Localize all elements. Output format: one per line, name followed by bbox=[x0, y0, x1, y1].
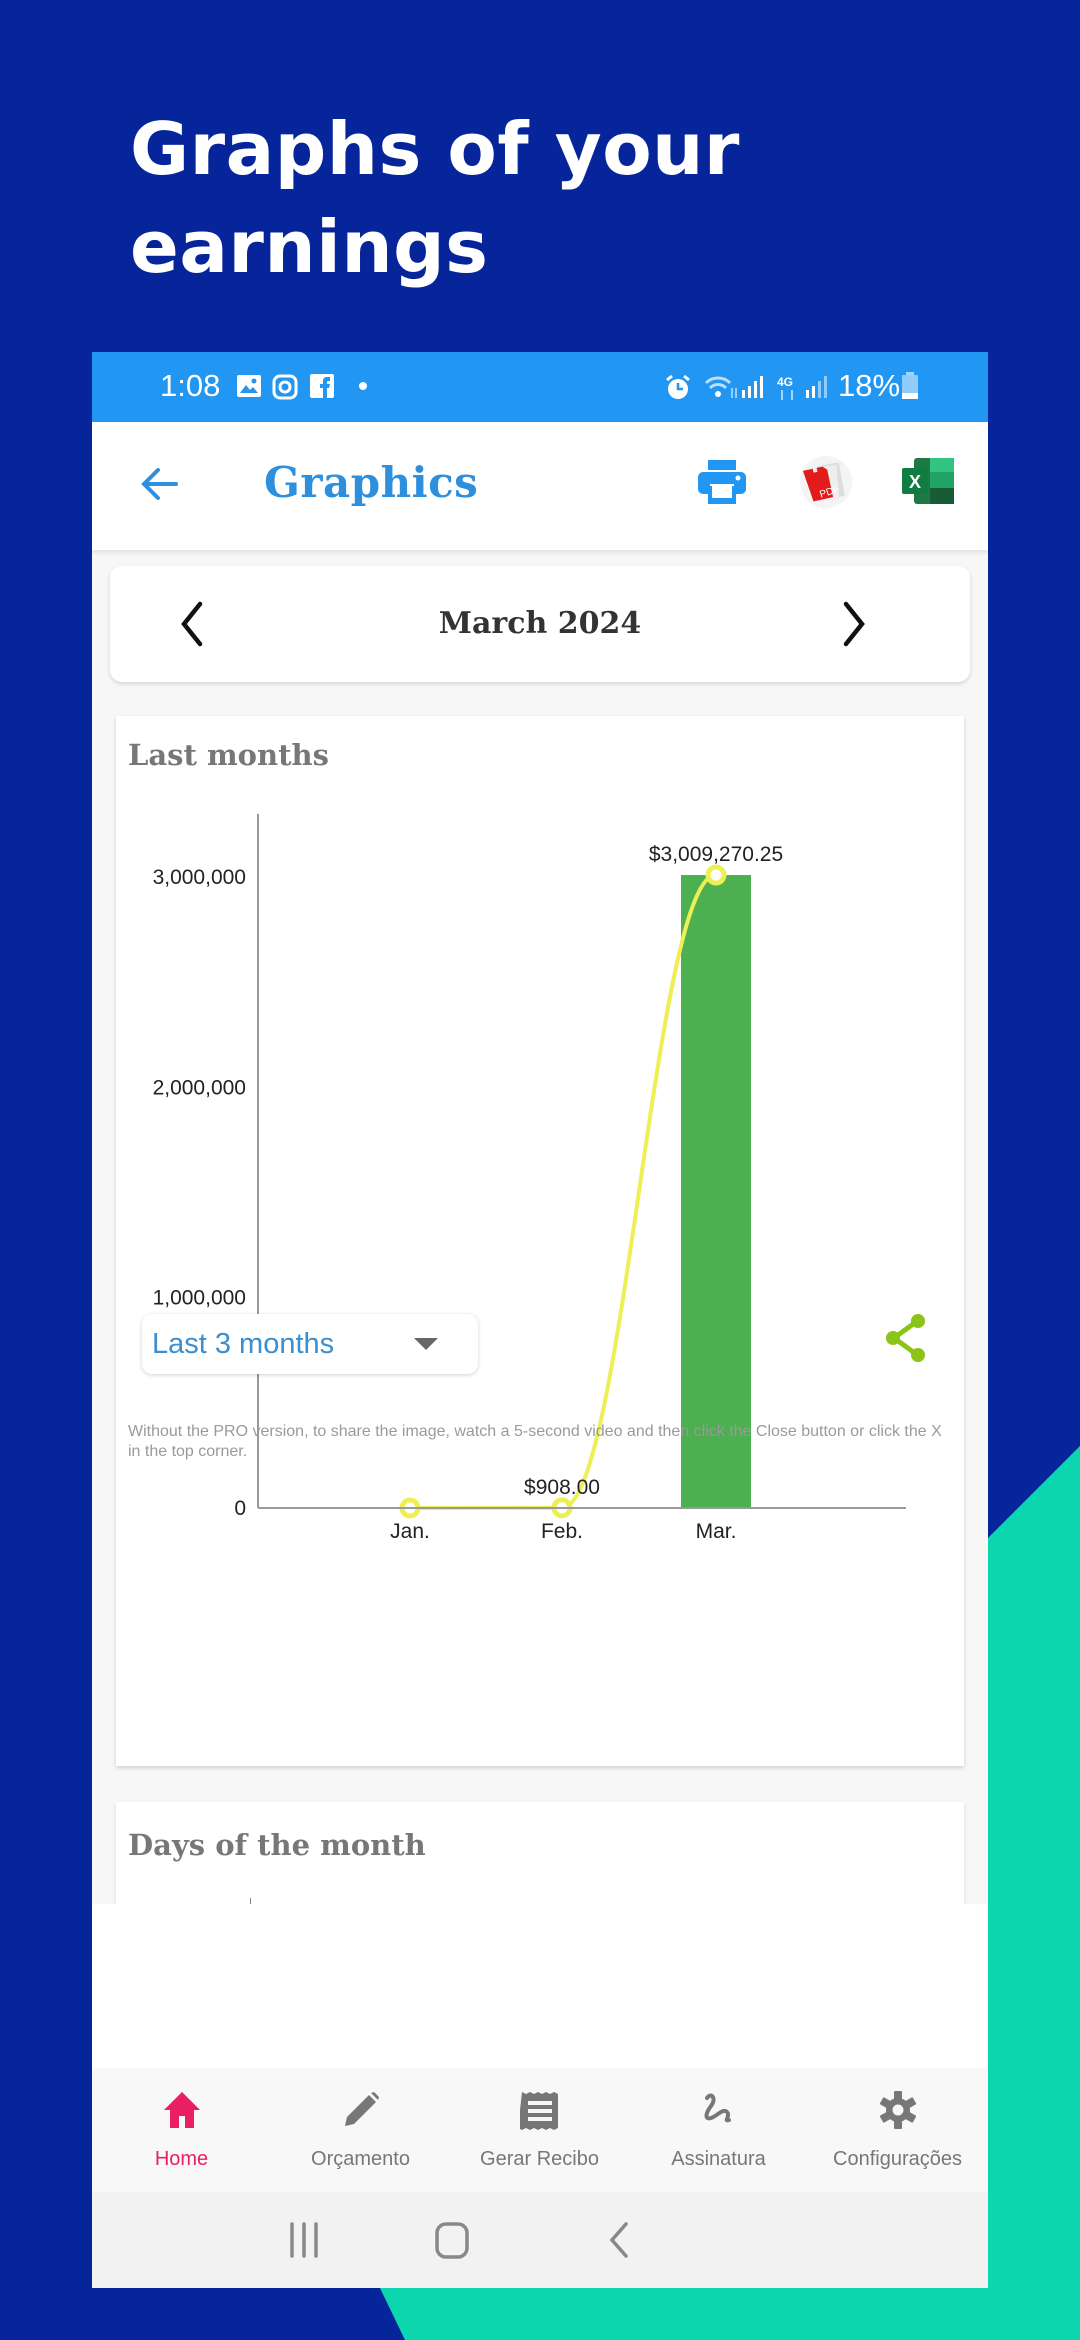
wifi-icon bbox=[704, 376, 737, 398]
signature-icon bbox=[704, 2093, 731, 2123]
y-tick-label: 0 bbox=[234, 1497, 246, 1520]
instagram-icon bbox=[272, 374, 298, 400]
period-dropdown[interactable]: Last 3 months bbox=[142, 1314, 478, 1374]
share-icon[interactable] bbox=[882, 1312, 930, 1364]
nav-label-home: Home bbox=[154, 2148, 209, 2170]
page-title: Graphics bbox=[264, 458, 479, 507]
alarm-icon bbox=[666, 374, 690, 399]
y-tick-label: 3,000,000 bbox=[153, 866, 246, 889]
phone-screen: 1:08 4G 18% Graphics PDF X March 2024 La… bbox=[92, 352, 988, 2288]
nav-label-orcamento: Orçamento bbox=[311, 2148, 410, 2170]
days-of-month-title: Days of the month bbox=[128, 1828, 426, 1862]
app-bar: Graphics PDF X bbox=[92, 422, 988, 550]
promo-heading-line1: Graphs of your bbox=[130, 107, 740, 191]
trend-line-path bbox=[409, 873, 717, 1510]
nav-item-gerar-recibo[interactable]: Gerar Recibo bbox=[450, 2068, 629, 2192]
print-icon[interactable] bbox=[696, 458, 748, 506]
back-icon[interactable] bbox=[598, 2212, 638, 2268]
nav-label-configuracoes: Configurações bbox=[833, 2148, 962, 2170]
system-navigation-bar bbox=[92, 2192, 988, 2288]
pdf-icon[interactable]: PDF bbox=[798, 454, 854, 510]
teal-shape-right bbox=[988, 1446, 1080, 2340]
nav-label-gerar-recibo: Gerar Recibo bbox=[480, 2148, 599, 2170]
gear-icon bbox=[879, 2091, 917, 2129]
pencil-icon bbox=[345, 2092, 379, 2126]
nav-item-configuracoes[interactable]: Configurações bbox=[808, 2068, 987, 2192]
bar-mar bbox=[681, 875, 751, 1508]
y-tick-label: 2,000,000 bbox=[153, 1076, 246, 1099]
data-label: $3,009,270.25 bbox=[649, 843, 783, 866]
last-months-card: Last months 0 1,000,000 2,000,000 3,000,000… bbox=[116, 716, 964, 1766]
excel-icon[interactable]: X bbox=[900, 456, 956, 506]
gallery-icon bbox=[237, 375, 261, 397]
line-point-mar bbox=[705, 864, 727, 886]
nav-item-orcamento[interactable]: Orçamento bbox=[271, 2068, 450, 2192]
x-axis: Jan. Feb. Mar. bbox=[258, 1507, 906, 1543]
data-label: $908.00 bbox=[524, 1476, 600, 1499]
4g-icon: 4G bbox=[777, 375, 793, 400]
signal-icon-2 bbox=[806, 376, 827, 398]
receipt-icon bbox=[520, 2092, 558, 2130]
content-spacer bbox=[92, 1904, 988, 2070]
recent-apps-icon[interactable] bbox=[284, 2212, 324, 2268]
trend-line bbox=[399, 864, 727, 1519]
battery-percentage: 18% bbox=[838, 368, 901, 403]
promo-heading: Graphs of your earnings bbox=[130, 100, 930, 296]
period-dropdown-value: Last 3 months bbox=[152, 1328, 335, 1360]
nav-label-assinatura: Assinatura bbox=[671, 2148, 766, 2170]
nav-item-assinatura[interactable]: Assinatura bbox=[629, 2068, 808, 2192]
teal-shape-bottom-fill bbox=[380, 2288, 988, 2340]
pro-version-note: Without the PRO version, to share the im… bbox=[128, 1423, 942, 1460]
month-selector: March 2024 bbox=[110, 566, 970, 682]
x-tick-label: Mar. bbox=[696, 1520, 737, 1543]
nav-item-home[interactable]: Home bbox=[92, 2068, 271, 2192]
signal-icon bbox=[742, 376, 763, 398]
promo-heading-line2: earnings bbox=[130, 205, 489, 289]
home-icon bbox=[164, 2092, 200, 2128]
dropdown-caret-icon bbox=[414, 1338, 438, 1350]
svg-text:4G: 4G bbox=[777, 375, 793, 389]
svg-text:X: X bbox=[909, 472, 921, 492]
facebook-icon bbox=[310, 374, 334, 398]
status-bar: 1:08 4G 18% bbox=[92, 352, 988, 422]
bottom-navigation: Home Orçamento Gerar Recibo Assinatura C… bbox=[92, 2068, 988, 2192]
status-time: 1:08 bbox=[160, 368, 221, 403]
x-tick-label: Jan. bbox=[390, 1520, 430, 1543]
arrow-left-icon[interactable] bbox=[138, 462, 182, 506]
y-axis: 0 1,000,000 2,000,000 3,000,000 bbox=[153, 813, 259, 1520]
chevron-right-icon[interactable] bbox=[840, 600, 870, 648]
home-circle-icon[interactable] bbox=[432, 2212, 472, 2268]
battery-icon bbox=[902, 372, 918, 399]
y-tick-label: 1,000,000 bbox=[153, 1287, 246, 1310]
dot-icon bbox=[359, 382, 367, 390]
x-tick-label: Feb. bbox=[541, 1520, 583, 1543]
